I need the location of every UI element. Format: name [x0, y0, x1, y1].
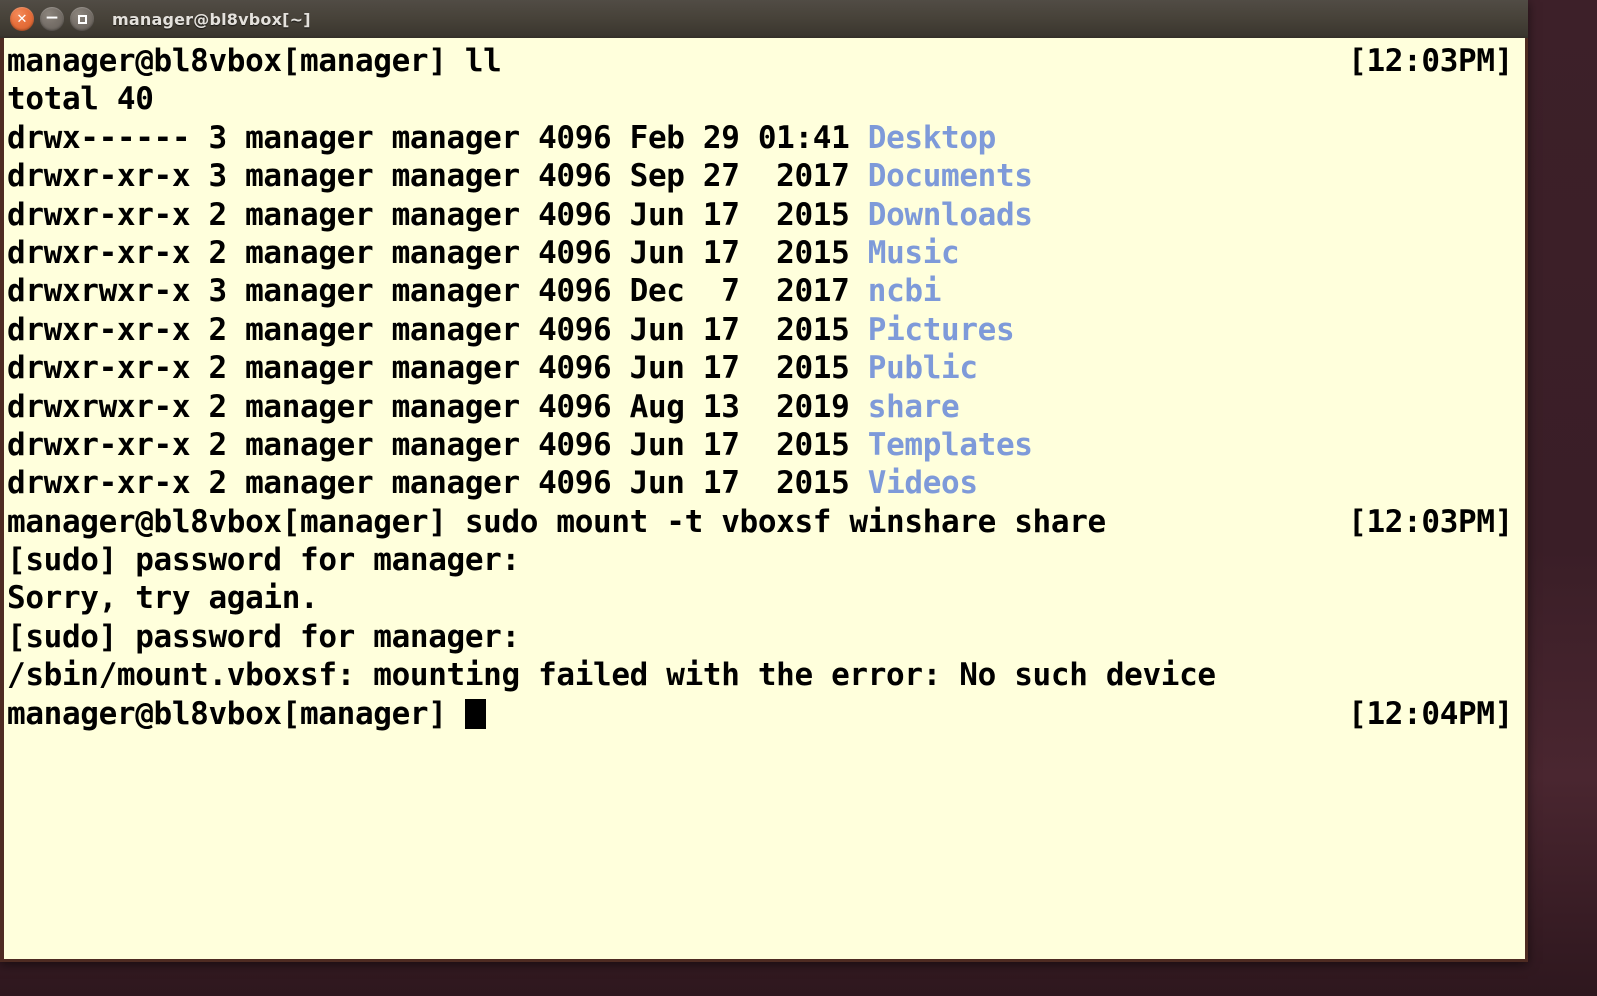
close-icon: ✕ — [16, 11, 28, 27]
terminal-line-text: drwxr-xr-x 2 manager manager 4096 Jun 17… — [7, 350, 868, 387]
directory-name: Music — [867, 234, 960, 271]
directory-name: Desktop — [867, 119, 997, 156]
terminal-line-entry-ncbi: drwxrwxr-x 3 manager manager 4096 Dec 7 … — [7, 272, 1519, 310]
close-button[interactable]: ✕ — [10, 7, 34, 31]
terminal-line-entry-music: drwxr-xr-x 2 manager manager 4096 Jun 17… — [7, 234, 1519, 272]
terminal-line-text: drwx------ 3 manager manager 4096 Feb 29… — [7, 119, 868, 156]
terminal-line-text: drwxr-xr-x 2 manager manager 4096 Jun 17… — [7, 234, 868, 271]
terminal-line-sorry: Sorry, try again. — [7, 579, 1519, 617]
terminal-line-entry-downloads: drwxr-xr-x 2 manager manager 4096 Jun 17… — [7, 196, 1519, 234]
terminal-line-mount-error: /sbin/mount.vboxsf: mounting failed with… — [7, 656, 1519, 694]
terminal-line-text: drwxr-xr-x 2 manager manager 4096 Jun 17… — [7, 465, 868, 502]
directory-name: Downloads — [867, 196, 1033, 233]
directory-name: ncbi — [867, 273, 942, 310]
minimize-button[interactable]: − — [40, 7, 64, 31]
terminal-line-text: total 40 — [7, 81, 154, 118]
prompt-timestamp: [12:04PM] — [1348, 695, 1513, 732]
prompt-timestamp: [12:03PM] — [1348, 43, 1513, 79]
terminal-line-entry-pictures: drwxr-xr-x 2 manager manager 4096 Jun 17… — [7, 311, 1519, 349]
terminal-line-total: total 40 — [7, 80, 1519, 118]
terminal-line-entry-desktop: drwx------ 3 manager manager 4096 Feb 29… — [7, 119, 1519, 157]
terminal-line-text: manager@bl8vbox[manager] ll — [7, 43, 502, 79]
maximize-button[interactable] — [70, 7, 94, 31]
directory-name: share — [867, 388, 960, 425]
window-titlebar[interactable]: ✕ − manager@bl8vbox[~] — [0, 0, 1528, 38]
directory-name: Videos — [867, 465, 978, 502]
terminal-screen-frame: manager@bl8vbox[manager] ll [12:03PM] tota… — [0, 38, 1528, 962]
terminal-line-text: /sbin/mount.vboxsf: mounting failed with… — [7, 657, 1216, 694]
window-title: manager@bl8vbox[~] — [112, 9, 311, 29]
minimize-icon: − — [44, 7, 60, 28]
terminal-screen[interactable]: manager@bl8vbox[manager] ll [12:03PM] tota… — [4, 38, 1525, 959]
terminal-line-sudo-prompt-2: [sudo] password for manager: — [7, 618, 1519, 656]
terminal-line-text: drwxrwxr-x 3 manager manager 4096 Dec 7 … — [7, 273, 868, 310]
directory-name: Pictures — [867, 311, 1015, 348]
terminal-line-entry-public: drwxr-xr-x 2 manager manager 4096 Jun 17… — [7, 349, 1519, 387]
terminal-line-cmd-mount: manager@bl8vbox[manager] sudo mount -t v… — [7, 503, 1519, 541]
terminal-line-text: drwxrwxr-x 2 manager manager 4096 Aug 13… — [7, 388, 868, 425]
terminal-line-text: manager@bl8vbox[manager] sudo mount -t v… — [7, 503, 1106, 540]
terminal-line-text: drwxr-xr-x 2 manager manager 4096 Jun 17… — [7, 426, 868, 463]
terminal-line-sudo-prompt-1: [sudo] password for manager: — [7, 541, 1519, 579]
directory-name: Public — [867, 350, 978, 387]
terminal-line-entry-share: drwxrwxr-x 2 manager manager 4096 Aug 13… — [7, 388, 1519, 426]
directory-name: Documents — [867, 158, 1033, 195]
terminal-line-entry-videos: drwxr-xr-x 2 manager manager 4096 Jun 17… — [7, 464, 1519, 502]
desktop-background: ✕ − manager@bl8vbox[~] manager@bl8vbox[m… — [0, 0, 1597, 996]
terminal-line-text: drwxr-xr-x 2 manager manager 4096 Jun 17… — [7, 311, 868, 348]
terminal-line-cmd-ll: manager@bl8vbox[manager] ll [12:03PM] — [7, 42, 1519, 80]
terminal-line-text: drwxr-xr-x 2 manager manager 4096 Jun 17… — [7, 196, 868, 233]
text-cursor — [464, 698, 486, 729]
terminal-line-text: drwxr-xr-x 3 manager manager 4096 Sep 27… — [7, 158, 868, 195]
terminal-line-entry-documents: drwxr-xr-x 3 manager manager 4096 Sep 27… — [7, 157, 1519, 195]
terminal-line-prompt-final: manager@bl8vbox[manager] [12:04PM] — [7, 695, 1519, 733]
terminal-line-text: [sudo] password for manager: — [7, 618, 520, 655]
terminal-line-entry-templates: drwxr-xr-x 2 manager manager 4096 Jun 17… — [7, 426, 1519, 464]
maximize-icon — [70, 7, 94, 31]
directory-name: Templates — [867, 426, 1033, 463]
terminal-line-text: [sudo] password for manager: — [7, 542, 520, 579]
terminal-window[interactable]: ✕ − manager@bl8vbox[~] manager@bl8vbox[m… — [0, 0, 1528, 962]
prompt-timestamp: [12:03PM] — [1348, 503, 1513, 540]
terminal-line-text: manager@bl8vbox[manager] — [7, 695, 465, 732]
terminal-line-text: Sorry, try again. — [7, 580, 319, 617]
